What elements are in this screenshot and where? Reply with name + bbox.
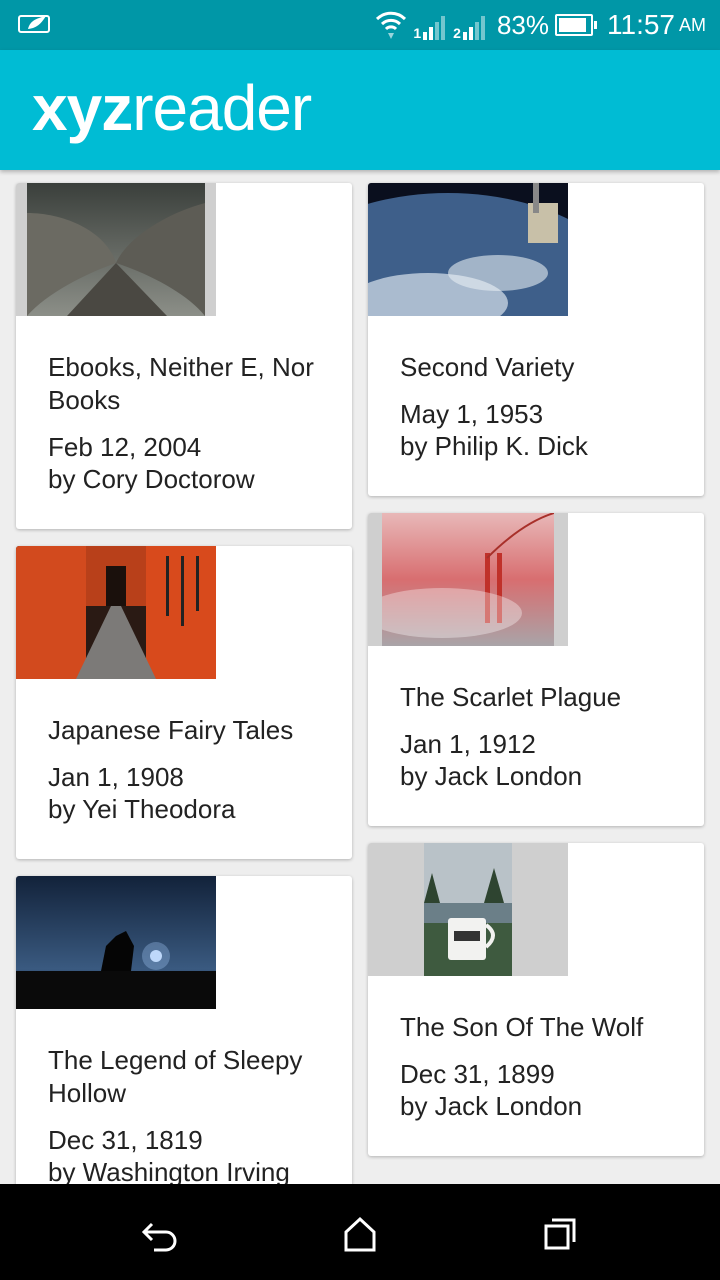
- article-title: Ebooks, Neither E, Nor Books: [48, 352, 314, 415]
- home-icon[interactable]: [340, 1214, 380, 1254]
- article-date: May 1, 1953: [400, 399, 544, 429]
- article-title: The Scarlet Plague: [400, 682, 622, 712]
- article-author: by Washington Irving: [48, 1157, 290, 1184]
- article-thumbnail: [16, 183, 216, 316]
- article-card[interactable]: The Son Of The Wolf Dec 31, 1899 by Jack…: [368, 843, 704, 1156]
- article-author: by Yei Theodora: [48, 794, 236, 824]
- article-card[interactable]: The Scarlet Plague Jan 1, 1912 by Jack L…: [368, 513, 704, 826]
- leaf-notification-icon: [18, 15, 50, 33]
- mug-lake-image: [424, 843, 512, 976]
- article-title: The Son Of The Wolf: [400, 1012, 644, 1042]
- article-date: Jan 1, 1912: [400, 729, 536, 759]
- app-bar: xyzreader: [0, 50, 720, 170]
- status-bar: 1 2 83% 11:57 AM: [0, 0, 720, 50]
- article-title: The Legend of Sleepy Hollow: [48, 1045, 303, 1108]
- article-title: Japanese Fairy Tales: [48, 715, 294, 745]
- recents-icon[interactable]: [540, 1214, 580, 1254]
- article-author: by Jack London: [400, 1091, 583, 1121]
- back-icon[interactable]: [140, 1214, 180, 1254]
- navigation-bar: [0, 1184, 720, 1280]
- article-card[interactable]: The Legend of Sleepy Hollow Dec 31, 1819…: [16, 876, 352, 1184]
- torii-gates-image: [16, 546, 216, 679]
- article-thumbnail: [368, 843, 568, 976]
- architecture-image: [27, 183, 205, 316]
- article-card[interactable]: Second Variety May 1, 1953 by Philip K. …: [368, 183, 704, 496]
- article-thumbnail: [16, 546, 216, 679]
- article-date: Dec 31, 1899: [400, 1059, 555, 1089]
- earth-from-space-image: [368, 183, 568, 316]
- article-grid[interactable]: Ebooks, Neither E, Nor Books Feb 12, 200…: [0, 170, 720, 1184]
- article-author: by Philip K. Dick: [400, 431, 588, 461]
- battery-icon: [555, 14, 597, 36]
- logo-regular: reader: [132, 72, 312, 144]
- article-author: by Jack London: [400, 761, 583, 791]
- logo-bold: xyz: [32, 72, 133, 144]
- bridge-in-fog-image: [382, 513, 554, 646]
- article-thumbnail: [368, 513, 568, 646]
- battery-percent: 83%: [496, 9, 549, 40]
- clock-ampm: AM: [679, 14, 706, 35]
- wifi-icon: [376, 11, 407, 39]
- article-thumbnail: [16, 876, 216, 1009]
- lantern-silhouette-image: [16, 876, 216, 1009]
- article-card[interactable]: Japanese Fairy Tales Jan 1, 1908 by Yei …: [16, 546, 352, 859]
- app-logo: xyzreader: [32, 68, 312, 148]
- article-author: by Cory Doctorow: [48, 464, 255, 494]
- article-date: Dec 31, 1819: [48, 1125, 203, 1155]
- article-thumbnail: [368, 183, 568, 316]
- article-date: Feb 12, 2004: [48, 432, 202, 462]
- article-title: Second Variety: [400, 352, 575, 382]
- article-date: Jan 1, 1908: [48, 762, 184, 792]
- article-card[interactable]: Ebooks, Neither E, Nor Books Feb 12, 200…: [16, 183, 352, 529]
- signal-sim2-icon: 2: [453, 10, 487, 40]
- signal-sim1-icon: 1: [413, 10, 447, 40]
- clock: 11:57: [607, 9, 675, 40]
